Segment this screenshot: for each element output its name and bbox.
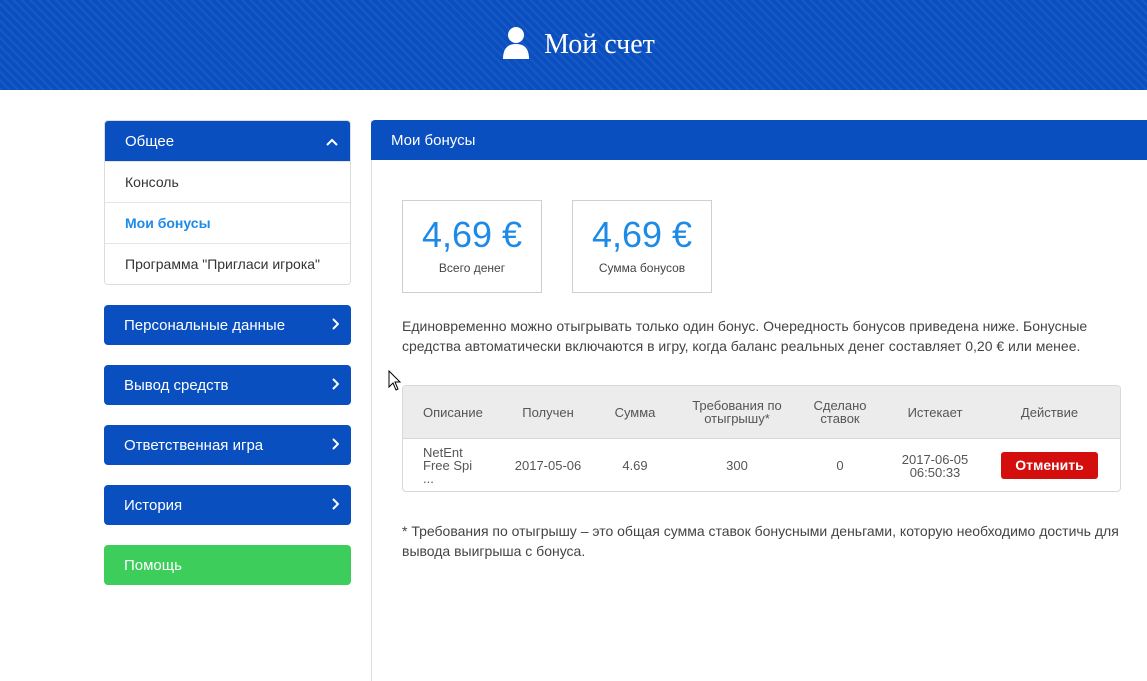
chevron-right-icon <box>331 497 340 514</box>
sidebar-item-my-bonuses[interactable]: Мои бонусы <box>105 202 350 243</box>
section-title: Мои бонусы <box>391 131 476 149</box>
page-header: Мой счет <box>0 0 1147 90</box>
sidebar-nav-help[interactable]: Помощь <box>104 545 351 585</box>
column-header: Требования по отыгрышу* <box>692 398 782 426</box>
bonus-received: 2017-05-06 <box>514 458 582 473</box>
sidebar: Общее Консоль Мои бонусы Программа "Приг… <box>104 120 351 585</box>
bonus-expires: 2017-06-05 06:50:33 <box>883 453 987 479</box>
description-line: NetEnt <box>423 446 463 459</box>
stat-label: Всего денег <box>438 261 506 275</box>
bonus-table: Описание Получен Сумма Требования по оты… <box>402 385 1121 492</box>
nav-label: История <box>124 496 183 514</box>
user-icon <box>502 26 530 65</box>
column-header: Сделано ставок <box>813 398 867 426</box>
sidebar-item-label: Мои бонусы <box>125 215 211 231</box>
bonus-notice: Единовременно можно отыгрывать только од… <box>402 318 1088 354</box>
chevron-right-icon <box>331 437 340 454</box>
chevron-right-icon <box>331 377 340 394</box>
column-header: Действие <box>1020 404 1079 420</box>
sidebar-item-referral[interactable]: Программа "Пригласи игрока" <box>105 243 350 284</box>
column-header: Описание <box>423 404 483 420</box>
table-row: NetEnt Free Spi ... 2017-05-06 4.69 300 … <box>403 439 1120 491</box>
mouse-cursor-icon <box>388 369 402 397</box>
wagering-footnote: * Требования по отыгрышу – это общая сум… <box>402 523 1119 559</box>
main-panel: Мои бонусы 4,69 € Всего денег 4,69 € Сум… <box>371 120 1147 559</box>
column-header: Получен <box>522 404 574 420</box>
chevron-up-icon <box>326 133 338 150</box>
column-header: Сумма <box>614 404 656 420</box>
expires-time: 06:50:33 <box>909 464 961 480</box>
nav-label: Ответственная игра <box>124 436 264 454</box>
stat-value: 4,69 € <box>421 214 523 255</box>
bonus-wagering: 300 <box>726 458 748 473</box>
bonus-description: NetEnt Free Spi ... <box>403 446 503 485</box>
sidebar-group-general: Общее Консоль Мои бонусы Программа "Приг… <box>104 120 351 285</box>
divider <box>371 120 372 681</box>
expires-date: 2017-06-05 <box>901 451 969 467</box>
chevron-right-icon <box>331 317 340 334</box>
stat-bonus-sum: 4,69 € Сумма бонусов <box>572 200 712 293</box>
stat-value: 4,69 € <box>591 214 693 255</box>
description-line: Free Spi ... <box>423 459 473 485</box>
sidebar-nav-responsible-gaming[interactable]: Ответственная игра <box>104 425 351 465</box>
nav-label: Вывод средств <box>124 376 229 394</box>
sidebar-nav-personal-data[interactable]: Персональные данные <box>104 305 351 345</box>
sidebar-group-header[interactable]: Общее <box>105 121 350 161</box>
main-panel-header: Мои бонусы <box>371 120 1147 160</box>
column-header: Истекает <box>907 404 963 420</box>
sidebar-item-label: Программа "Пригласи игрока" <box>125 256 321 272</box>
sidebar-group-title: Общее <box>125 132 175 150</box>
cancel-bonus-button[interactable]: Отменить <box>1001 452 1098 479</box>
stat-label: Сумма бонусов <box>598 261 686 275</box>
table-header: Описание Получен Сумма Требования по оты… <box>403 386 1120 439</box>
sidebar-item-label: Консоль <box>125 174 179 190</box>
sidebar-nav-history[interactable]: История <box>104 485 351 525</box>
page-title: Мой счет <box>544 29 655 60</box>
sidebar-nav-withdrawal[interactable]: Вывод средств <box>104 365 351 405</box>
bonus-bets-made: 0 <box>836 458 844 473</box>
stat-total-money: 4,69 € Всего денег <box>402 200 542 293</box>
nav-label: Помощь <box>124 556 182 574</box>
bonus-amount: 4.69 <box>622 458 648 473</box>
nav-label: Персональные данные <box>124 316 286 334</box>
sidebar-item-console[interactable]: Консоль <box>105 161 350 202</box>
bonus-action: Отменить <box>987 452 1112 479</box>
